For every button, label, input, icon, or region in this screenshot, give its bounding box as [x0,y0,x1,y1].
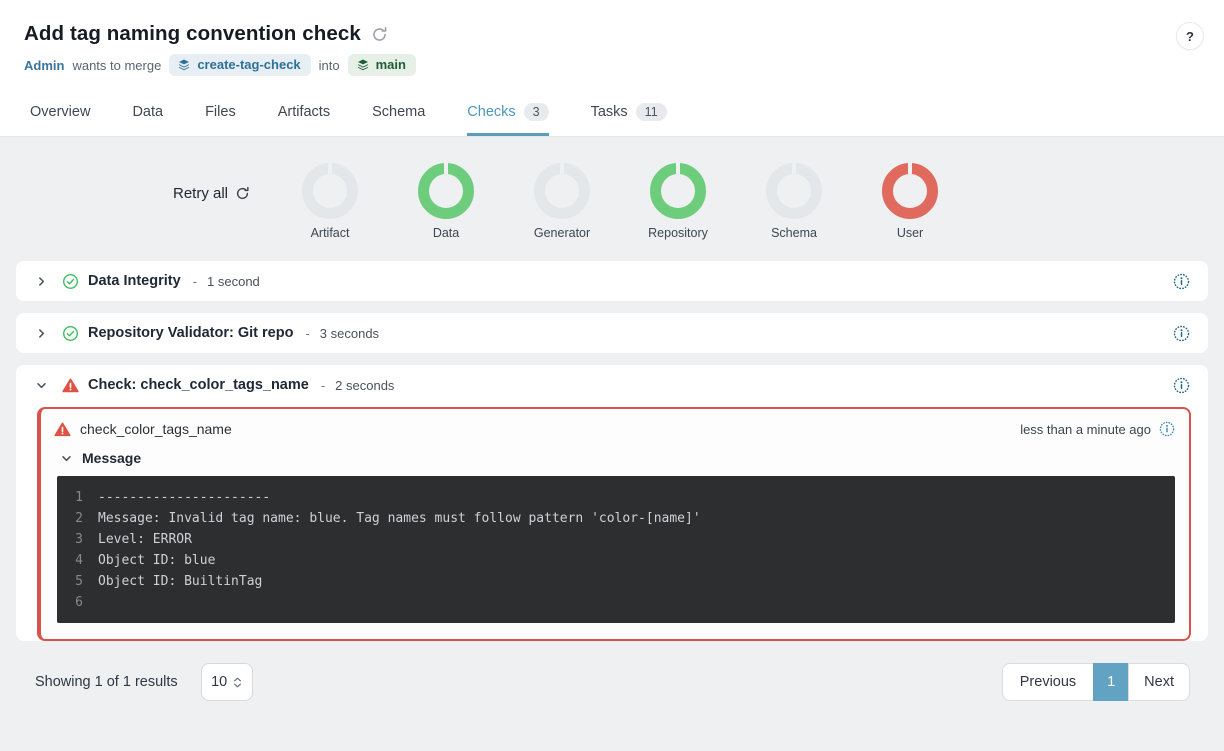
donut-artifact[interactable]: Artifact [302,163,358,240]
next-page-button[interactable]: Next [1128,663,1190,701]
donut-schema[interactable]: Schema [766,163,822,240]
warning-triangle-icon [54,422,71,437]
tab-schema[interactable]: Schema [372,92,425,136]
warning-triangle-icon [62,377,79,394]
info-icon[interactable] [1159,421,1175,437]
tab-files[interactable]: Files [205,92,236,136]
chevron-right-icon [36,328,47,339]
pagination: Previous 1 Next [1002,663,1190,701]
page-header: Add tag naming convention check ? Admin … [0,0,1224,137]
tab-artifacts[interactable]: Artifacts [278,92,330,136]
code-line: 2Message: Invalid tag name: blue. Tag na… [69,508,1163,529]
data-donut-chart [418,163,474,219]
page-title: Add tag naming convention check [24,22,361,46]
message-section-toggle[interactable]: Message [61,450,1175,466]
tab-overview[interactable]: Overview [30,92,90,136]
merge-preposition-text: into [319,58,340,73]
check-row-header[interactable]: Data Integrity - 1 second [16,261,1208,301]
tab-checks[interactable]: Checks 3 [467,92,548,136]
check-title: Check: check_color_tags_name [88,377,309,393]
merge-summary: Admin wants to merge create-tag-check in… [0,46,1224,76]
donut-label: Generator [534,226,590,240]
check-row-color-tags: Check: check_color_tags_name - 2 seconds… [16,365,1208,641]
results-footer: Showing 1 of 1 results 10 Previous 1 Nex… [0,657,1224,701]
results-count-text: Showing 1 of 1 results [35,674,178,690]
donut-group: Artifact Data Generator Repository Schem… [302,163,938,240]
donut-label: Schema [771,226,817,240]
donut-label: Data [433,226,459,240]
repository-donut-chart [650,163,706,219]
merge-action-text: wants to merge [72,58,161,73]
error-message-code-block[interactable]: 1---------------------- 2Message: Invali… [57,476,1175,623]
tab-bar: Overview Data Files Artifacts Schema Che… [0,92,1224,136]
chevron-right-icon [36,276,47,287]
info-icon[interactable] [1173,273,1190,290]
info-icon[interactable] [1173,325,1190,342]
donut-label: User [897,226,923,240]
donut-label: Repository [648,226,708,240]
code-line: 6 [69,592,1163,613]
source-branch-badge[interactable]: create-tag-check [169,54,310,76]
code-line: 4Object ID: blue [69,550,1163,571]
error-check-name: check_color_tags_name [80,421,232,437]
updown-chevrons-icon [233,676,242,689]
check-row-data-integrity: Data Integrity - 1 second [16,261,1208,301]
check-row-header[interactable]: Check: check_color_tags_name - 2 seconds [16,365,1208,405]
user-donut-chart [882,163,938,219]
source-branch-label: create-tag-check [197,57,300,72]
checks-summary: Retry all Artifact Data Generator Reposi… [0,137,1224,246]
check-circle-icon [62,325,79,342]
help-button[interactable]: ? [1176,22,1204,50]
message-section-label: Message [82,450,141,466]
checks-count-badge: 3 [524,103,549,121]
separator: - [193,274,197,289]
donut-generator[interactable]: Generator [534,163,590,240]
tasks-count-badge: 11 [636,103,667,121]
error-timestamp: less than a minute ago [1020,422,1151,437]
tab-tasks[interactable]: Tasks 11 [591,92,667,136]
chevron-down-icon [36,380,47,391]
current-page-button[interactable]: 1 [1093,663,1129,701]
chevron-down-icon [61,453,72,464]
check-circle-icon [62,273,79,290]
check-title: Repository Validator: Git repo [88,325,293,341]
donut-repository[interactable]: Repository [650,163,706,240]
check-duration: 2 seconds [335,378,394,393]
refresh-icon[interactable] [371,26,388,43]
code-line: 3Level: ERROR [69,529,1163,550]
target-branch-badge[interactable]: main [348,54,416,76]
separator: - [305,326,309,341]
check-title: Data Integrity [88,273,181,289]
generator-donut-chart [534,163,590,219]
donut-user[interactable]: User [882,163,938,240]
code-line: 1---------------------- [69,487,1163,508]
code-line: 5Object ID: BuiltinTag [69,571,1163,592]
check-row-header[interactable]: Repository Validator: Git repo - 3 secon… [16,313,1208,353]
retry-all-label: Retry all [173,185,228,202]
layers-icon [356,58,370,72]
checks-list: Data Integrity - 1 second Repository Val… [0,246,1224,641]
tab-data[interactable]: Data [132,92,163,136]
previous-page-button[interactable]: Previous [1002,663,1094,701]
page-size-value: 10 [211,674,227,690]
info-icon[interactable] [1173,377,1190,394]
check-duration: 3 seconds [320,326,379,341]
layers-icon [177,58,191,72]
check-duration: 1 second [207,274,260,289]
retry-all-button[interactable]: Retry all [173,185,250,202]
separator: - [321,378,325,393]
refresh-icon [235,186,250,201]
donut-data[interactable]: Data [418,163,474,240]
page-size-select[interactable]: 10 [201,663,253,701]
artifact-donut-chart [302,163,358,219]
author-link[interactable]: Admin [24,58,64,73]
error-detail-panel: check_color_tags_name less than a minute… [37,407,1191,641]
donut-label: Artifact [311,226,350,240]
target-branch-label: main [376,57,406,72]
check-row-repository-validator: Repository Validator: Git repo - 3 secon… [16,313,1208,353]
schema-donut-chart [766,163,822,219]
